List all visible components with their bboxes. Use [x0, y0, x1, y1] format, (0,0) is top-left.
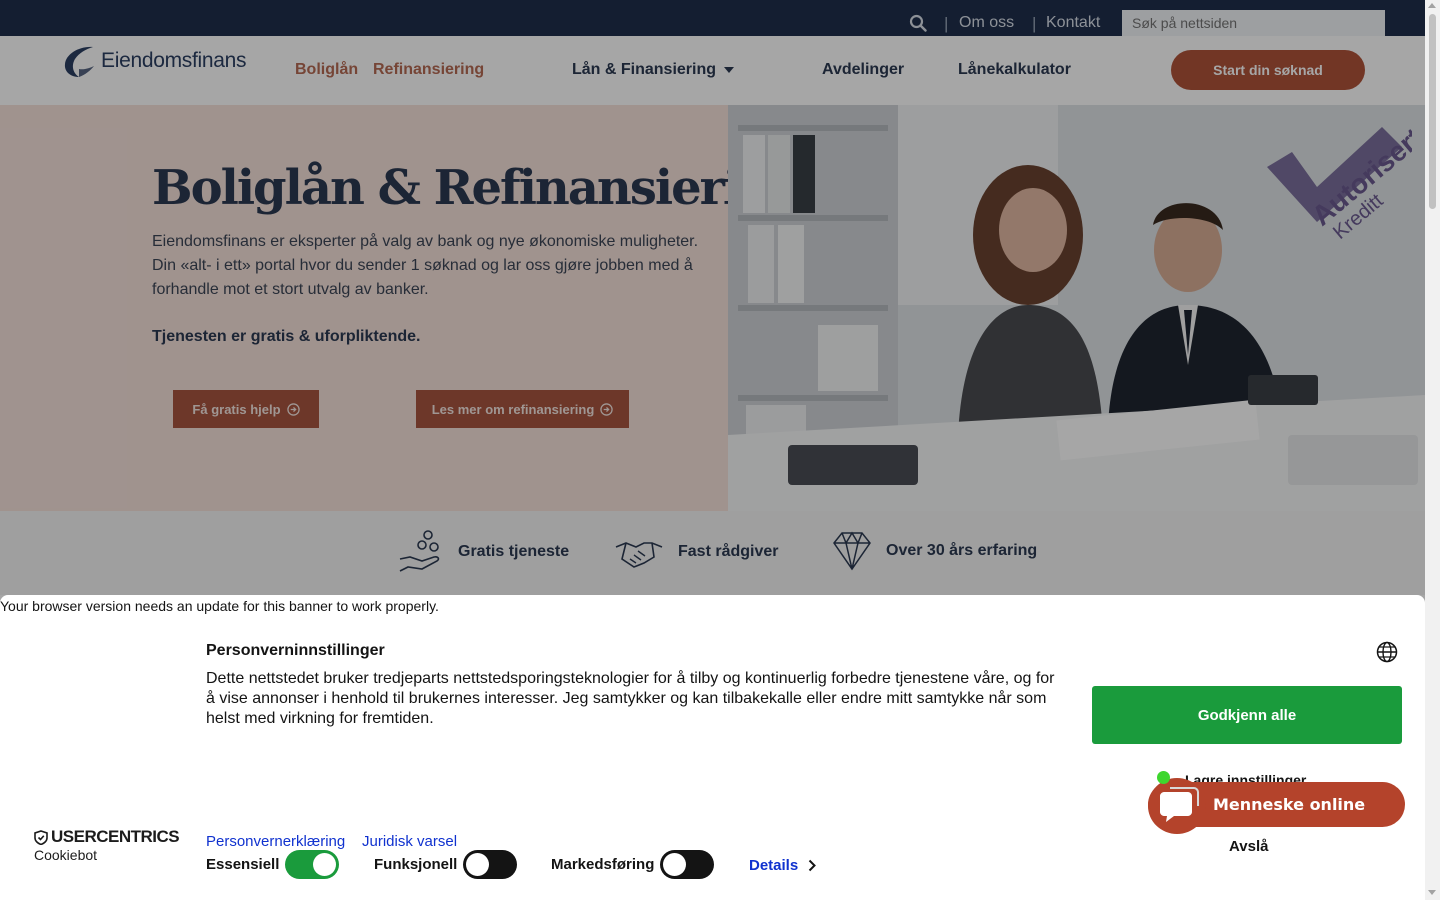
arrow-circle-right-icon: [600, 402, 614, 416]
separator: |: [1032, 14, 1037, 33]
logo-mark-icon: [64, 46, 94, 77]
read-more-refinancing-button-label: Les mer om refinansiering: [431, 401, 595, 417]
chevron-down-icon: [724, 66, 735, 73]
cookie-banner-title: Personverninnstillinger: [206, 642, 385, 659]
chevron-right-icon: [808, 859, 817, 872]
top-utility-bar: | Om oss | Kontakt: [0, 0, 1425, 36]
essential-toggle-switch[interactable]: [285, 850, 340, 879]
chat-label[interactable]: Menneske online: [1213, 795, 1365, 814]
read-more-refinancing-button[interactable]: Les mer om refinansiering: [416, 390, 629, 428]
shield-icon: [34, 829, 48, 845]
cookiebot-label: Cookiebot: [34, 847, 98, 863]
hero-tagline: Tjenesten er gratis & uforpliktende.: [152, 328, 421, 345]
usercentrics-logo: USERCENTRICS Cookiebot: [34, 827, 180, 863]
chat-bubble: [1148, 778, 1206, 834]
nav-lan-finansiering-label: Lån & Finansiering: [572, 61, 717, 78]
kontakt-link[interactable]: Kontakt: [1046, 14, 1100, 32]
details-link[interactable]: Details: [749, 857, 817, 874]
usercentrics-brand: USERCENTRICS: [34, 827, 180, 847]
chat-bubble-icon: [1160, 787, 1199, 822]
usercentrics-brand-text: USERCENTRICS: [51, 827, 180, 846]
scroll-up-arrow-icon[interactable]: [1428, 3, 1436, 8]
authorized-credit-badge: Autorisert Kreditt: [1267, 122, 1412, 242]
hero-title: Boliglån & Refinansiering: [152, 160, 806, 216]
nav-avdelinger[interactable]: Avdelinger: [822, 61, 904, 79]
feature-label: Over 30 års erfaring: [886, 542, 1038, 559]
feature-experience: Over 30 års erfaring: [832, 529, 1037, 573]
feature-dedicated-advisor: Fast rådgiver: [614, 529, 778, 575]
language-globe-icon[interactable]: [1376, 641, 1398, 663]
marketing-toggle-switch[interactable]: [660, 850, 715, 879]
search-icon[interactable]: [909, 14, 927, 32]
online-status-dot: [1157, 771, 1170, 784]
main-navigation: Eiendomsfinans Boliglån Refinansiering L…: [0, 36, 1425, 105]
site-search-input[interactable]: [1122, 10, 1385, 36]
page-scrollbar[interactable]: [1425, 0, 1440, 900]
diamond-icon: [833, 531, 871, 571]
start-application-button[interactable]: Start din søknad: [1171, 50, 1365, 90]
toggle-knob: [466, 853, 490, 876]
nav-boliglan[interactable]: Boliglån: [295, 61, 358, 79]
hero-description: Eiendomsfinans er eksperter på valg av b…: [152, 233, 699, 298]
feature-label: Gratis tjeneste: [458, 543, 570, 560]
toggle-knob: [663, 853, 687, 876]
toggle-essential: Essensiell: [206, 850, 340, 879]
scroll-down-arrow-icon[interactable]: [1428, 890, 1436, 895]
toggle-label: Funksjonell: [374, 856, 458, 873]
functional-toggle-switch[interactable]: [463, 850, 518, 879]
legal-notice-link[interactable]: Juridisk varsel: [362, 833, 457, 850]
toggle-functional: Funksjonell: [374, 850, 518, 879]
scrollbar-thumb[interactable]: [1429, 14, 1436, 209]
nav-lanekalkulator[interactable]: Lånekalkulator: [958, 61, 1071, 79]
toggle-knob: [313, 853, 337, 876]
details-label: Details: [749, 857, 799, 874]
logo-text: Eiendomsfinans: [101, 49, 247, 72]
cookie-banner-text: Dette nettstedet bruker tredjeparts nett…: [206, 670, 1055, 727]
privacy-policy-link[interactable]: Personvernerklæring: [206, 833, 345, 850]
om-oss-link[interactable]: Om oss: [959, 14, 1014, 32]
feature-free-service: Gratis tjeneste: [398, 529, 569, 575]
toggle-marketing: Markedsføring: [551, 850, 715, 879]
deny-button[interactable]: Avslå: [1229, 838, 1268, 855]
nav-refinansiering[interactable]: Refinansiering: [373, 61, 484, 79]
feature-label: Fast rådgiver: [678, 543, 779, 560]
handshake-icon: [615, 542, 663, 568]
toggle-label: Essensiell: [206, 856, 280, 873]
toggle-label: Markedsføring: [551, 856, 655, 873]
cookie-consent-banner: Your browser version needs an update for…: [0, 595, 1425, 900]
nav-lan-finansiering[interactable]: Lån & Finansiering: [572, 61, 735, 79]
hand-coins-icon: [399, 530, 440, 572]
free-help-button[interactable]: Få gratis hjelp: [173, 390, 319, 428]
browser-update-warning: Your browser version needs an update for…: [0, 598, 439, 614]
separator: |: [944, 14, 949, 33]
site-logo[interactable]: Eiendomsfinans: [63, 44, 247, 78]
accept-all-button[interactable]: Godkjenn alle: [1092, 686, 1402, 744]
features-row: Gratis tjeneste Fast rådgiver Over 30 år…: [0, 511, 1425, 595]
arrow-circle-right-icon: [286, 402, 300, 416]
free-help-button-label: Få gratis hjelp: [192, 401, 281, 417]
